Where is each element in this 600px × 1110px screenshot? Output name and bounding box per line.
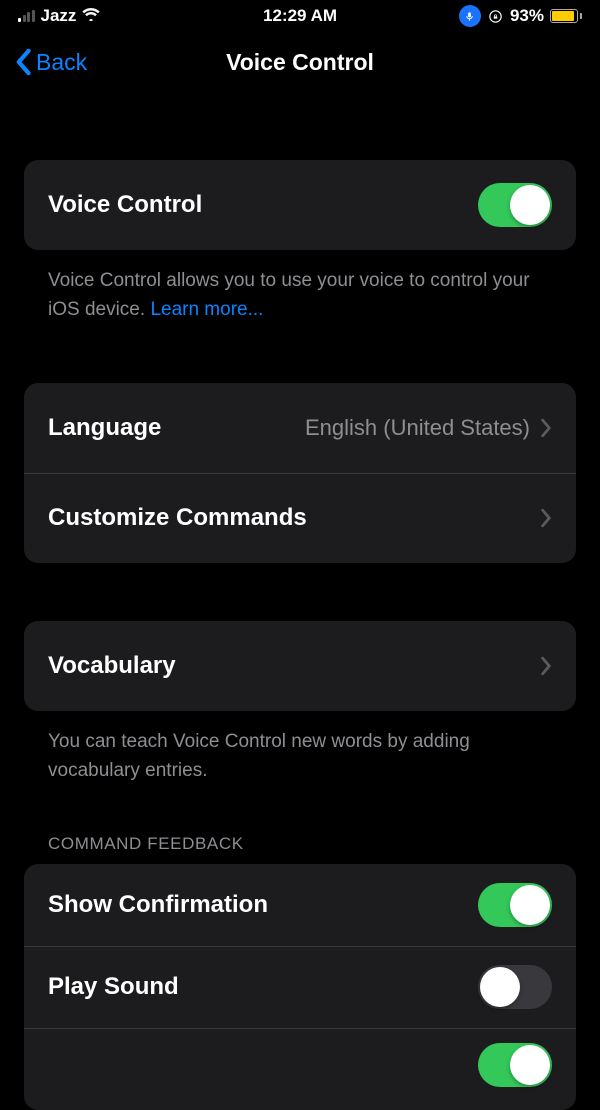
- status-bar: Jazz 12:29 AM 93%: [0, 0, 600, 32]
- chevron-right-icon: [540, 656, 552, 676]
- language-value: English (United States): [305, 415, 530, 441]
- battery-percent-label: 93%: [510, 6, 544, 26]
- orientation-lock-icon: [487, 8, 504, 25]
- vocabulary-footer: You can teach Voice Control new words by…: [24, 711, 576, 786]
- vocabulary-row[interactable]: Vocabulary: [24, 621, 576, 711]
- show-confirmation-label: Show Confirmation: [48, 891, 268, 919]
- vocabulary-group: Vocabulary: [24, 621, 576, 711]
- voice-control-label: Voice Control: [48, 191, 202, 219]
- voice-control-group: Voice Control: [24, 160, 576, 250]
- status-time: 12:29 AM: [263, 6, 337, 26]
- chevron-left-icon: [14, 48, 32, 76]
- play-sound-toggle[interactable]: [478, 965, 552, 1009]
- show-confirmation-row: Show Confirmation: [24, 864, 576, 946]
- play-sound-label: Play Sound: [48, 973, 179, 1001]
- status-left: Jazz: [18, 6, 100, 26]
- partial-row: [24, 1028, 576, 1110]
- language-commands-group: Language English (United States) Customi…: [24, 383, 576, 563]
- language-row[interactable]: Language English (United States): [24, 383, 576, 473]
- wifi-icon: [82, 7, 100, 25]
- content-scroll[interactable]: Voice Control Voice Control allows you t…: [0, 92, 600, 1110]
- battery-icon: [550, 9, 582, 23]
- status-right: 93%: [459, 5, 582, 27]
- chevron-right-icon: [540, 508, 552, 528]
- nav-bar: Back Voice Control: [0, 32, 600, 92]
- show-confirmation-toggle[interactable]: [478, 883, 552, 927]
- chevron-right-icon: [540, 418, 552, 438]
- voice-control-row: Voice Control: [24, 160, 576, 250]
- command-feedback-group: Show Confirmation Play Sound: [24, 864, 576, 1110]
- voice-control-footer-text: Voice Control allows you to use your voi…: [48, 270, 530, 320]
- carrier-label: Jazz: [41, 6, 77, 26]
- language-label: Language: [48, 414, 161, 442]
- customize-commands-label: Customize Commands: [48, 504, 307, 532]
- customize-commands-row[interactable]: Customize Commands: [24, 473, 576, 563]
- command-feedback-header: COMMAND FEEDBACK: [24, 834, 576, 864]
- partial-toggle[interactable]: [478, 1043, 552, 1087]
- page-title: Voice Control: [226, 49, 374, 76]
- microphone-indicator-icon: [459, 5, 481, 27]
- back-button[interactable]: Back: [14, 48, 87, 76]
- back-label: Back: [36, 49, 87, 76]
- voice-control-toggle[interactable]: [478, 183, 552, 227]
- voice-control-footer: Voice Control allows you to use your voi…: [24, 250, 576, 325]
- play-sound-row: Play Sound: [24, 946, 576, 1028]
- cellular-signal-icon: [18, 10, 35, 22]
- learn-more-link[interactable]: Learn more...: [150, 299, 263, 320]
- vocabulary-label: Vocabulary: [48, 652, 176, 680]
